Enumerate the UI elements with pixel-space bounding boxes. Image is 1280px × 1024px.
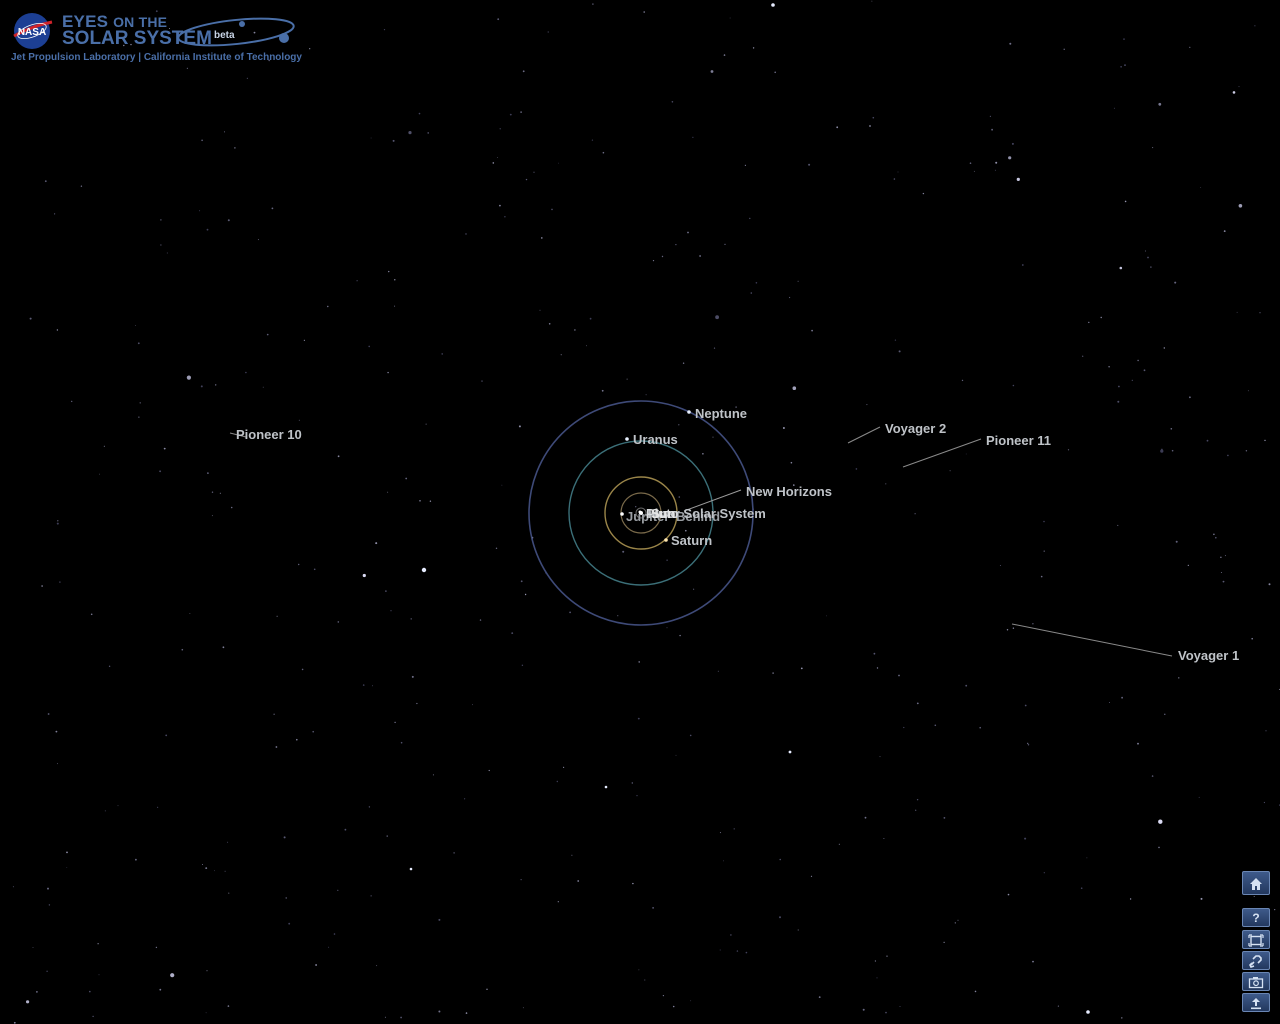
help-button[interactable]: ? xyxy=(1242,908,1270,927)
help-icon: ? xyxy=(1252,911,1260,925)
screenshot-button[interactable] xyxy=(1242,972,1270,991)
pioneer11-trajectory xyxy=(902,438,982,468)
label-voyager1[interactable]: Voyager 1 xyxy=(1178,649,1239,663)
voyager1-trajectory xyxy=(1011,623,1173,657)
nasa-wordmark: NASA xyxy=(18,27,46,38)
view-toolbar: ? xyxy=(1242,871,1272,1016)
camera-icon xyxy=(1248,977,1264,989)
label-saturn[interactable]: Saturn xyxy=(671,534,712,548)
label-neptune[interactable]: Neptune xyxy=(695,407,747,421)
beta-tag: beta xyxy=(214,30,235,41)
saturn-dot[interactable] xyxy=(664,538,668,542)
label-new-horizons[interactable]: New Horizons xyxy=(746,485,832,499)
voyager2-trajectory xyxy=(847,426,881,444)
neptune-dot[interactable] xyxy=(687,410,691,414)
space-view[interactable]: NASA EYES ON THE SOLAR SYSTEM beta Jet P… xyxy=(0,0,1280,1024)
upload-icon xyxy=(1251,998,1261,1010)
home-icon xyxy=(1250,878,1262,890)
uranus-dot[interactable] xyxy=(625,437,629,441)
jupiter-dot[interactable] xyxy=(620,512,624,516)
label-uranus[interactable]: Uranus xyxy=(633,433,678,447)
label-voyager2[interactable]: Voyager 2 xyxy=(885,422,946,436)
fullscreen-button[interactable] xyxy=(1242,930,1270,949)
label-pioneer10[interactable]: Pioneer 10 xyxy=(236,428,302,442)
nasa-logo: NASA xyxy=(13,13,53,49)
export-button[interactable] xyxy=(1242,993,1270,1012)
home-button[interactable] xyxy=(1242,871,1270,895)
fullscreen-icon xyxy=(1248,934,1264,947)
label-pioneer11[interactable]: Pioneer 11 xyxy=(986,434,1051,448)
app-header: NASA EYES ON THE SOLAR SYSTEM beta Jet P… xyxy=(8,8,308,68)
label-sun[interactable]: Sun xyxy=(651,507,676,521)
link-icon xyxy=(1249,955,1262,968)
jpl-subtitle: Jet Propulsion Laboratory | California I… xyxy=(11,52,302,63)
share-link-button[interactable] xyxy=(1242,951,1270,970)
